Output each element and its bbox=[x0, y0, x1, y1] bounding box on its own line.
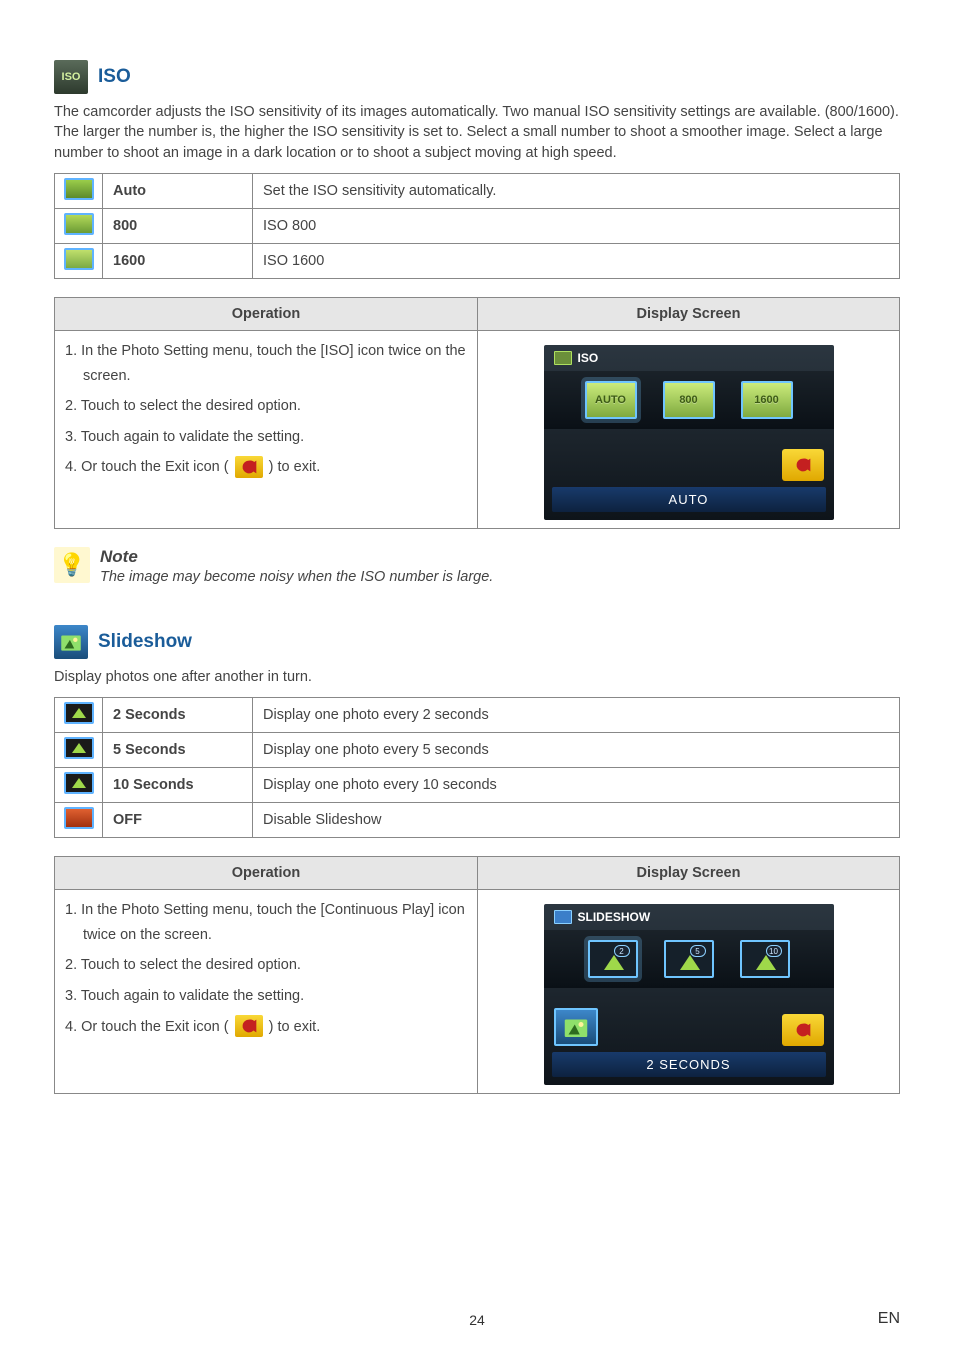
ss-step-4b: ) to exit. bbox=[265, 1019, 321, 1035]
ss-step-1: 1. In the Photo Setting menu, touch the … bbox=[65, 898, 467, 947]
iso-ds-opt-800[interactable]: 800 bbox=[663, 381, 715, 419]
ss-ds-opt-10[interactable]: 10 bbox=[740, 940, 790, 978]
iso-ds-opt-800-label: 800 bbox=[679, 394, 697, 406]
note-title: Note bbox=[100, 547, 493, 567]
iso-ds-opt-auto[interactable]: AUTO bbox=[585, 381, 637, 419]
ss-badge-10: 10 bbox=[766, 945, 782, 957]
iso-operation-header: Operation bbox=[55, 298, 477, 331]
iso-ds-opt-1600[interactable]: 1600 bbox=[741, 381, 793, 419]
ss-ds-header-icon bbox=[554, 910, 572, 924]
ss-ds-preview-icon bbox=[554, 1008, 598, 1046]
iso-ds-opt-auto-label: AUTO bbox=[595, 394, 626, 406]
ss-step-3: 3. Touch again to validate the setting. bbox=[65, 984, 467, 1009]
iso-1600-name: 1600 bbox=[103, 244, 253, 278]
ss-5s-name: 5 Seconds bbox=[103, 733, 253, 768]
slideshow-operation-header: Operation bbox=[55, 857, 477, 890]
ss-5s-icon bbox=[64, 737, 94, 759]
iso-800-name: 800 bbox=[103, 209, 253, 244]
iso-options-table: Auto Set the ISO sensitivity automatical… bbox=[54, 173, 900, 279]
ss-off-desc: Disable Slideshow bbox=[253, 803, 899, 837]
ss-5s-desc: Display one photo every 5 seconds bbox=[253, 733, 899, 768]
ss-ds-opt-5[interactable]: 5 bbox=[664, 940, 714, 978]
slideshow-title: Slideshow bbox=[98, 631, 192, 653]
exit-icon-inline bbox=[235, 456, 263, 478]
slideshow-heading-row: Slideshow bbox=[54, 625, 900, 659]
iso-steps: 1. In the Photo Setting menu, touch the … bbox=[65, 339, 467, 480]
iso-ds-footer: AUTO bbox=[552, 487, 826, 512]
ss-step-2: 2. Touch to select the desired option. bbox=[65, 953, 467, 978]
iso-ds-title: ISO bbox=[578, 351, 599, 365]
iso-1600-desc: ISO 1600 bbox=[253, 244, 899, 278]
iso-step-4b: ) to exit. bbox=[265, 459, 321, 475]
ss-2s-icon bbox=[64, 702, 94, 724]
iso-operation-table: Operation Display Screen 1. In the Photo… bbox=[54, 297, 900, 529]
iso-step-4: 4. Or touch the Exit icon ( ) to exit. bbox=[65, 455, 467, 480]
slideshow-operation-table: Operation Display Screen 1. In the Photo… bbox=[54, 856, 900, 1094]
ss-badge-5: 5 bbox=[690, 945, 706, 957]
iso-ds-opt-1600-label: 1600 bbox=[754, 394, 778, 406]
iso-step-3: 3. Touch again to validate the setting. bbox=[65, 425, 467, 450]
slideshow-display-header: Display Screen bbox=[477, 857, 899, 890]
iso-1600-icon bbox=[64, 248, 94, 270]
slideshow-section-icon bbox=[54, 625, 88, 659]
iso-auto-name: Auto bbox=[103, 174, 253, 209]
exit-icon-inline-2 bbox=[235, 1015, 263, 1037]
ss-off-icon bbox=[64, 807, 94, 829]
ss-step-4a: 4. Or touch the Exit icon ( bbox=[65, 1019, 233, 1035]
ss-ds-title: SLIDESHOW bbox=[578, 910, 651, 924]
iso-heading-row: ISO ISO bbox=[54, 60, 900, 94]
iso-step-1: 1. In the Photo Setting menu, touch the … bbox=[65, 339, 467, 388]
note-icon: 💡 bbox=[54, 547, 90, 583]
slideshow-description: Display photos one after another in turn… bbox=[54, 667, 900, 687]
ss-ds-exit-button[interactable] bbox=[782, 1014, 824, 1046]
iso-auto-icon bbox=[64, 178, 94, 200]
iso-800-icon bbox=[64, 213, 94, 235]
iso-description: The camcorder adjusts the ISO sensitivit… bbox=[54, 102, 900, 163]
iso-800-desc: ISO 800 bbox=[253, 209, 899, 244]
note-text: The image may become noisy when the ISO … bbox=[100, 569, 493, 585]
ss-off-name: OFF bbox=[103, 803, 253, 837]
slideshow-steps: 1. In the Photo Setting menu, touch the … bbox=[65, 898, 467, 1039]
slideshow-display-screen: SLIDESHOW 2 5 10 bbox=[544, 904, 834, 1085]
ss-10s-desc: Display one photo every 10 seconds bbox=[253, 768, 899, 803]
iso-step-4a: 4. Or touch the Exit icon ( bbox=[65, 459, 233, 475]
language-label: EN bbox=[878, 1310, 900, 1328]
iso-auto-desc: Set the ISO sensitivity automatically. bbox=[253, 174, 899, 209]
iso-display-header: Display Screen bbox=[477, 298, 899, 331]
ss-badge-2: 2 bbox=[614, 945, 630, 957]
iso-ds-exit-button[interactable] bbox=[782, 449, 824, 481]
ss-10s-icon bbox=[64, 772, 94, 794]
iso-display-screen: ISO AUTO 800 1600 AUTO bbox=[544, 345, 834, 520]
page-number: 24 bbox=[0, 1312, 954, 1328]
ss-2s-desc: Display one photo every 2 seconds bbox=[253, 698, 899, 733]
iso-section-icon: ISO bbox=[54, 60, 88, 94]
iso-step-2: 2. Touch to select the desired option. bbox=[65, 394, 467, 419]
note: 💡 Note The image may become noisy when t… bbox=[54, 547, 900, 585]
ss-ds-opt-2[interactable]: 2 bbox=[588, 940, 638, 978]
ss-ds-footer: 2 SECONDS bbox=[552, 1052, 826, 1077]
iso-ds-header-icon bbox=[554, 351, 572, 365]
ss-step-4: 4. Or touch the Exit icon ( ) to exit. bbox=[65, 1015, 467, 1040]
slideshow-options-table: 2 Seconds Display one photo every 2 seco… bbox=[54, 697, 900, 838]
iso-title: ISO bbox=[98, 66, 131, 88]
ss-10s-name: 10 Seconds bbox=[103, 768, 253, 803]
ss-2s-name: 2 Seconds bbox=[103, 698, 253, 733]
